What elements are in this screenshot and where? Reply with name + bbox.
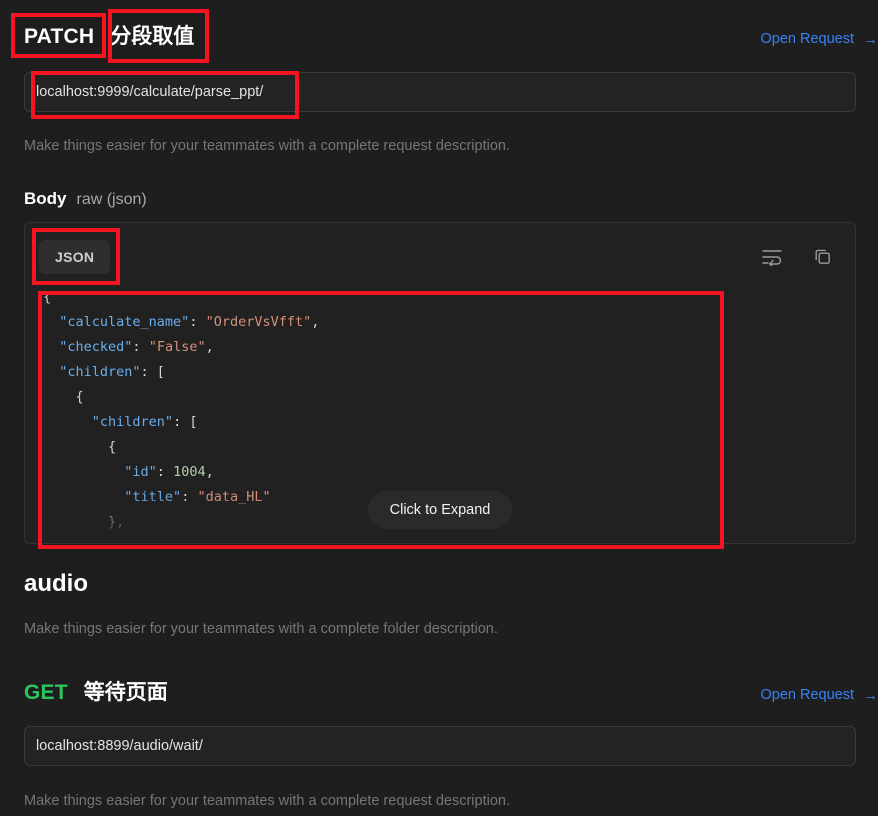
click-to-expand-button[interactable]: Click to Expand <box>367 491 513 529</box>
patch-request-description: Make things easier for your teammates wi… <box>24 138 510 154</box>
code-token-punct <box>43 364 59 380</box>
code-token-punct: , <box>311 314 320 330</box>
patch-method-label: PATCH <box>24 25 95 48</box>
code-token-punct: : <box>132 339 149 355</box>
code-token-key: "children" <box>91 414 174 430</box>
code-token-punct: { <box>43 289 52 305</box>
code-token-punct: , <box>205 464 214 480</box>
api-documentation-page: PATCH 分段取值 Open Request → localhost:9999… <box>0 0 878 816</box>
code-token-str: "False" <box>148 339 206 355</box>
code-token-punct <box>43 489 124 505</box>
body-format-json-button[interactable]: JSON <box>39 240 111 274</box>
code-token-punct: { <box>43 389 84 405</box>
folder-description: Make things easier for your teammates wi… <box>24 621 498 637</box>
code-token-punct: : <box>189 314 206 330</box>
code-line: { <box>43 385 855 410</box>
code-line: { <box>43 285 855 310</box>
code-token-punct: { <box>43 439 117 455</box>
get-method-label: GET <box>24 681 68 704</box>
code-line: "checked": "False", <box>43 335 855 360</box>
code-token-punct: : [ <box>173 414 198 430</box>
get-request-description: Make things easier for your teammates wi… <box>24 793 510 809</box>
code-line: "children": [ <box>43 360 855 385</box>
open-request-label: Open Request <box>760 31 854 47</box>
code-token-key: "calculate_name" <box>59 314 190 330</box>
get-request-title: 等待页面 <box>83 681 168 704</box>
code-line: "children": [ <box>43 410 855 435</box>
get-request-header: GET 等待页面 Open Request → <box>24 676 878 706</box>
code-token-str: "OrderVsVfft" <box>205 314 312 330</box>
body-section-label: Body raw (json) <box>24 189 147 209</box>
open-request-label: Open Request <box>760 687 854 703</box>
code-token-key: "id" <box>124 464 157 480</box>
patch-url-field[interactable]: localhost:9999/calculate/parse_ppt/ <box>24 72 856 112</box>
patch-open-request-link[interactable]: Open Request → <box>760 31 878 47</box>
get-url-text: localhost:8899/audio/wait/ <box>36 738 203 754</box>
patch-url-text: localhost:9999/calculate/parse_ppt/ <box>36 84 264 100</box>
code-line: { <box>43 435 855 460</box>
code-panel-actions <box>761 247 833 267</box>
code-token-punct: : <box>181 489 198 505</box>
body-label-text: Body <box>24 189 67 208</box>
arrow-right-icon: → <box>863 686 878 704</box>
code-line: "calculate_name": "OrderVsVfft", <box>43 310 855 335</box>
patch-request-title: 分段取值 <box>110 25 195 48</box>
code-token-punct: , <box>205 339 214 355</box>
code-line: "id": 1004, <box>43 460 855 485</box>
code-token-punct <box>43 464 124 480</box>
code-token-num: 1004 <box>173 464 206 480</box>
folder-title: audio <box>24 570 88 597</box>
code-token-punct <box>43 339 59 355</box>
code-token-key: "children" <box>59 364 141 380</box>
code-panel-toolbar: JSON <box>25 223 855 291</box>
get-open-request-link[interactable]: Open Request → <box>760 687 878 703</box>
code-token-punct <box>43 314 59 330</box>
patch-request-header: PATCH 分段取值 Open Request → <box>24 20 878 50</box>
code-token-key: "title" <box>124 489 182 505</box>
request-body-code-panel: JSON { "calculate_name": "OrderVsVfft", … <box>24 222 856 544</box>
code-token-str: "data_HL" <box>197 489 271 505</box>
get-url-field[interactable]: localhost:8899/audio/wait/ <box>24 726 856 766</box>
word-wrap-icon[interactable] <box>761 248 783 266</box>
arrow-right-icon: → <box>863 30 878 48</box>
code-token-punct: }, <box>43 514 125 530</box>
code-token-punct: : <box>156 464 174 480</box>
copy-icon[interactable] <box>813 247 833 267</box>
code-token-key: "checked" <box>59 339 133 355</box>
code-token-punct: : [ <box>140 364 165 380</box>
code-token-punct <box>43 414 92 430</box>
body-mode-text: raw (json) <box>76 191 147 208</box>
